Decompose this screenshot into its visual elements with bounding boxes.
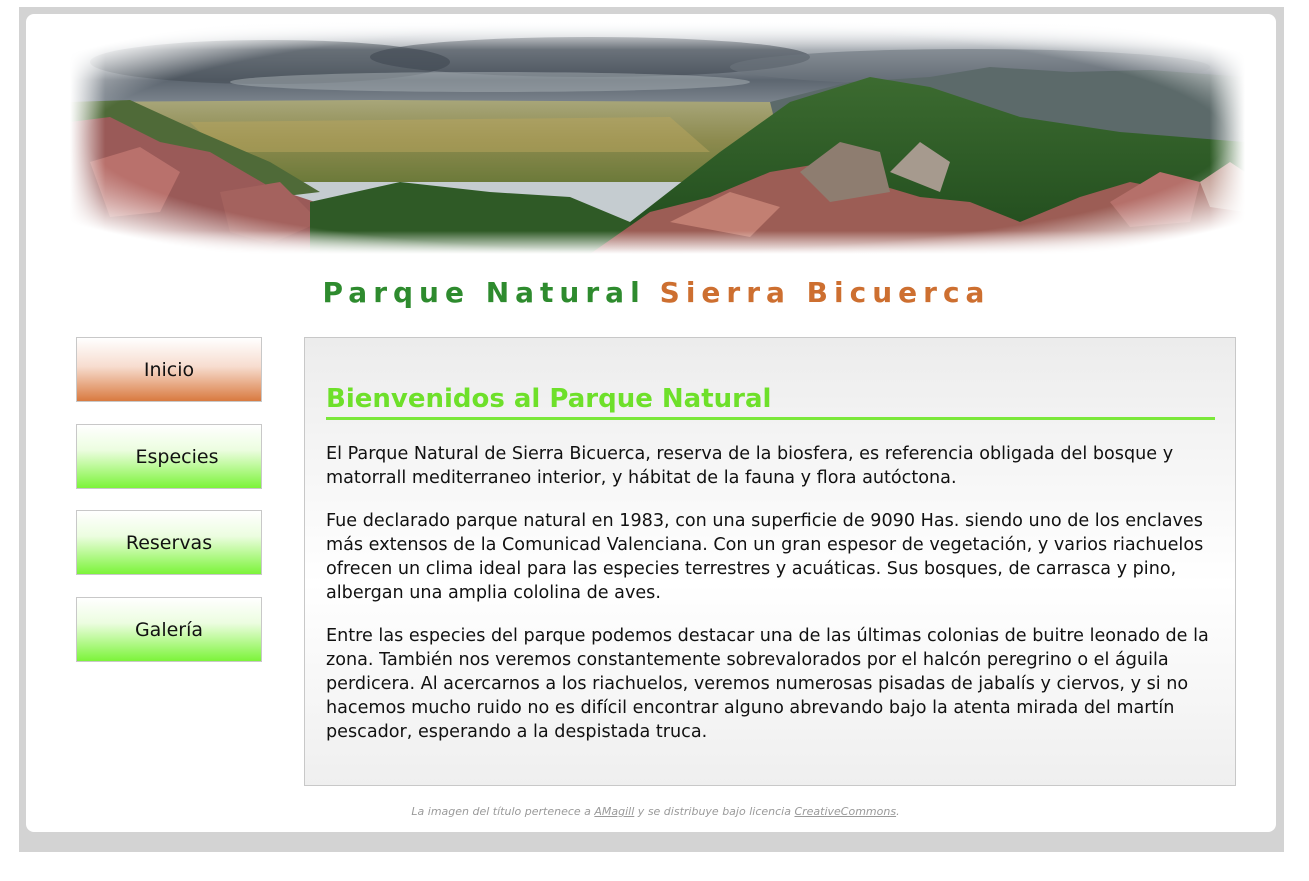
site-title: Parque Natural Sierra Bicuerca <box>0 276 1309 309</box>
main-heading: Bienvenidos al Parque Natural <box>326 382 1215 420</box>
paragraph: Entre las especies del parque podemos de… <box>326 626 1209 742</box>
license-link[interactable]: CreativeCommons <box>794 805 896 818</box>
author-link[interactable]: AMagill <box>594 805 634 818</box>
main-content-panel: Bienvenidos al Parque Natural El Parque … <box>304 337 1236 786</box>
nav-item-galeria[interactable]: Galería <box>76 597 262 662</box>
nav-item-inicio[interactable]: Inicio <box>76 337 262 402</box>
nav-item-reservas[interactable]: Reservas <box>76 510 262 575</box>
nav-item-label: Reservas <box>125 531 213 554</box>
main-paragraphs: El Parque Natural de Sierra Bicuerca, re… <box>326 442 1221 763</box>
nav-item-label: Galería <box>134 618 204 641</box>
credit-text: . <box>896 805 900 818</box>
site-title-part1: Parque Natural <box>322 276 646 309</box>
site-title-part2: Sierra Bicuerca <box>659 276 991 309</box>
nav-item-especies[interactable]: Especies <box>76 424 262 489</box>
paragraph: El Parque Natural de Sierra Bicuerca, re… <box>326 444 1174 488</box>
credit-text: y se distribuye bajo licencia <box>634 805 795 818</box>
banner-image <box>70 22 1245 254</box>
credit-text: La imagen del título pertenece a <box>411 805 595 818</box>
nav-item-label: Inicio <box>143 358 195 381</box>
nav-item-label: Especies <box>135 445 219 468</box>
paragraph: Fue declarado parque natural en 1983, co… <box>326 511 1204 603</box>
image-credit-note: La imagen del título pertenece a AMagill… <box>0 805 1309 818</box>
